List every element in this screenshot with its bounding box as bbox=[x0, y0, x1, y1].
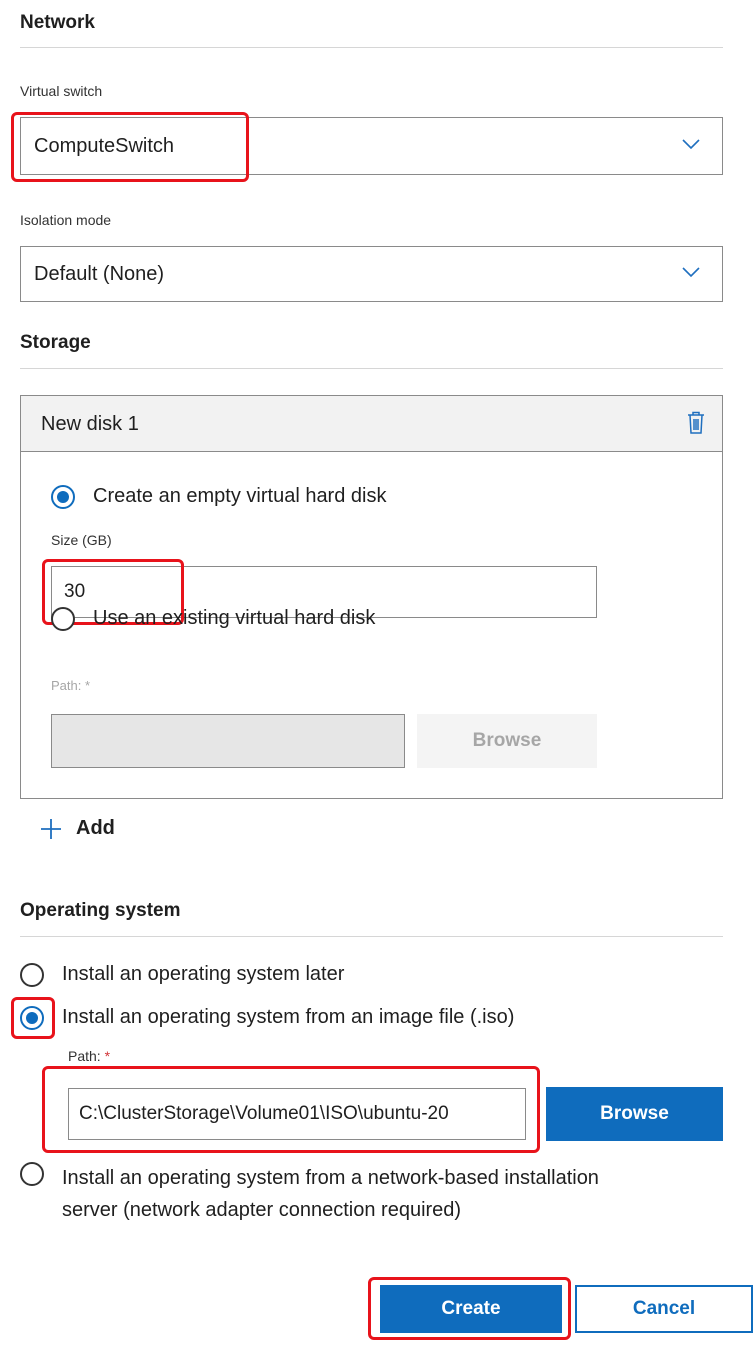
network-section-title: Network bbox=[20, 12, 95, 33]
chevron-down-icon bbox=[682, 267, 700, 278]
disk-path-required: * bbox=[84, 678, 91, 693]
create-highlight bbox=[368, 1277, 571, 1340]
size-label: Size (GB) bbox=[51, 532, 112, 548]
trash-icon[interactable] bbox=[686, 411, 706, 435]
disk-path-label: Path: * bbox=[51, 678, 90, 693]
isolation-mode-select[interactable]: Default (None) bbox=[20, 246, 723, 302]
option-os-network-label: Install an operating system from a netwo… bbox=[62, 1162, 599, 1226]
option-empty-disk-label: Create an empty virtual hard disk bbox=[93, 485, 387, 507]
disk-path-label-text: Path: bbox=[51, 678, 82, 693]
isolation-mode-label: Isolation mode bbox=[20, 212, 112, 228]
storage-section-title: Storage bbox=[20, 332, 91, 353]
iso-browse-button[interactable]: Browse bbox=[546, 1087, 723, 1141]
radio-os-network[interactable] bbox=[20, 1162, 44, 1186]
os-section-title: Operating system bbox=[20, 900, 181, 921]
disk-path-input bbox=[51, 714, 405, 768]
new-disk-header: New disk 1 bbox=[21, 396, 722, 452]
new-disk-title: New disk 1 bbox=[41, 413, 139, 435]
iso-path-required: * bbox=[104, 1048, 111, 1064]
iso-path-label: Path: * bbox=[68, 1048, 110, 1064]
add-disk-label: Add bbox=[76, 817, 115, 839]
option-os-network-line2: server (network adapter connection requi… bbox=[62, 1199, 462, 1221]
add-disk-button[interactable]: Add bbox=[40, 817, 115, 840]
storage-divider bbox=[20, 368, 723, 369]
cancel-button[interactable]: Cancel bbox=[575, 1285, 753, 1333]
option-os-iso-label: Install an operating system from an imag… bbox=[62, 1006, 515, 1028]
option-os-network-line1: Install an operating system from a netwo… bbox=[62, 1167, 599, 1189]
plus-icon bbox=[41, 818, 61, 839]
radio-empty-disk[interactable] bbox=[51, 485, 75, 509]
virtual-switch-label: Virtual switch bbox=[20, 83, 103, 99]
radio-os-later[interactable] bbox=[20, 963, 44, 987]
iso-path-highlight bbox=[42, 1066, 540, 1153]
disk-browse-button: Browse bbox=[417, 714, 597, 768]
option-os-later-label: Install an operating system later bbox=[62, 963, 345, 985]
radio-os-iso-highlight bbox=[11, 997, 55, 1039]
isolation-mode-value: Default (None) bbox=[34, 262, 165, 285]
option-existing-disk-label: Use an existing virtual hard disk bbox=[93, 607, 376, 629]
chevron-down-icon bbox=[682, 139, 700, 150]
network-divider bbox=[20, 47, 723, 48]
iso-path-label-text: Path: bbox=[68, 1048, 101, 1064]
virtual-switch-highlight bbox=[11, 112, 249, 182]
os-divider bbox=[20, 936, 723, 937]
radio-existing-disk[interactable] bbox=[51, 607, 75, 631]
